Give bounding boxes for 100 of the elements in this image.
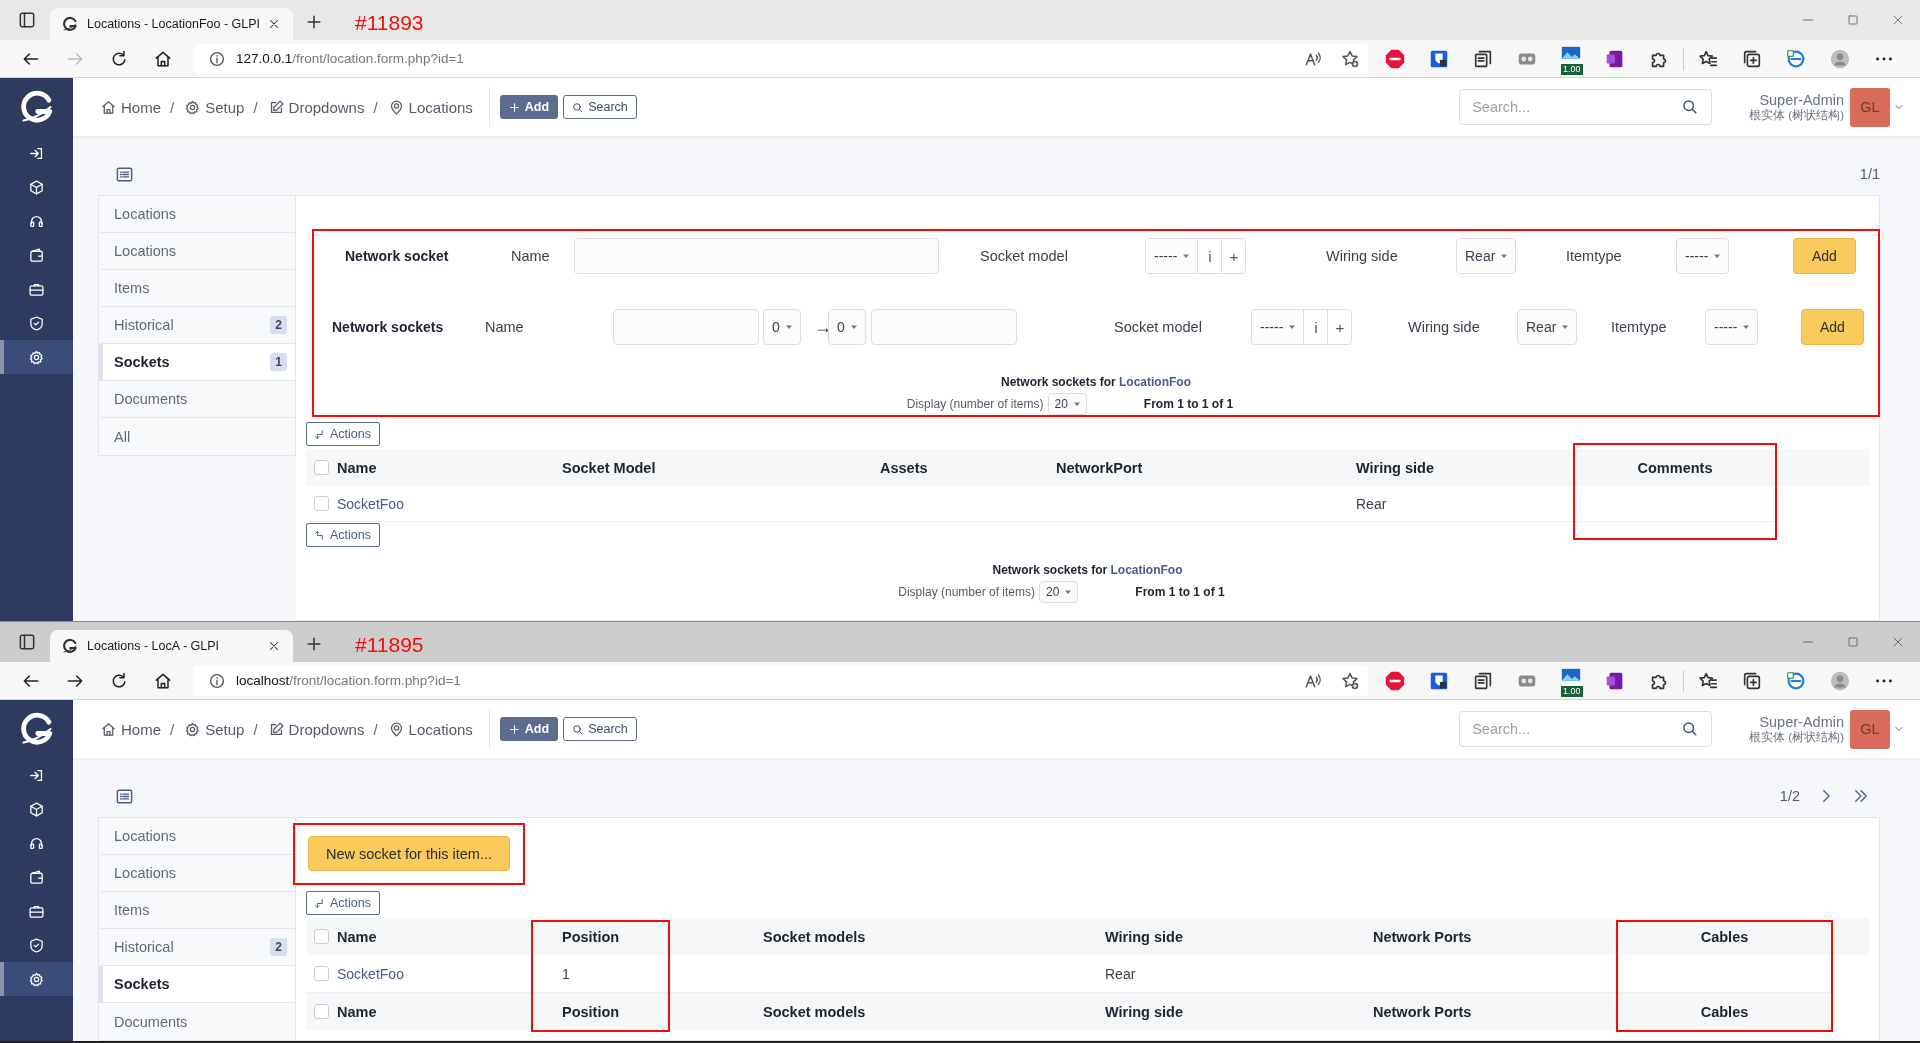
address-field[interactable]: 127.0.0.1/front/location.form.php?id=1 [194,43,1368,74]
profile-icon[interactable] [1829,669,1851,692]
dropdown[interactable]: ----- [1676,238,1730,274]
breadcrumb-link[interactable]: Setup [184,98,245,116]
settings-icon [184,720,202,738]
close-icon[interactable] [267,17,281,31]
actions-button[interactable]: Actions [306,891,380,915]
socket-link[interactable]: SocketFoo [337,965,404,982]
search-button[interactable]: Search [563,717,637,741]
form-heading: Network socket [345,248,449,264]
info-button[interactable]: i [1303,310,1328,344]
page-size-dropdown[interactable]: 20 [1047,393,1087,415]
breadcrumb-link[interactable]: Dropdowns [267,98,365,116]
nav-item[interactable] [0,340,73,374]
profile-icon[interactable] [1829,47,1851,70]
range-text: From 1 to 1 of 1 [1135,585,1225,599]
last-page-icon[interactable] [1852,787,1870,805]
column-header: Name [337,993,531,1030]
search-field[interactable]: Search... [1459,711,1713,747]
browser-icon[interactable] [1785,47,1807,70]
stop-sign-icon[interactable] [1384,669,1406,692]
tab[interactable]: All [99,418,295,455]
browser-icon[interactable] [1785,669,1807,692]
stop-sign-icon[interactable] [1384,47,1406,70]
new-socket-button[interactable]: New socket for this item... [308,836,510,871]
tab[interactable]: Sockets [99,966,295,1003]
column-header: Cables [1616,993,1833,1030]
count-badge: 2 [270,316,287,334]
location-link[interactable]: LocationFoo [1119,375,1191,389]
actions-button[interactable]: Actions [306,523,380,547]
breadcrumb-link[interactable]: Locations [387,720,473,738]
tab[interactable]: Items [99,270,295,307]
dropdown[interactable]: 0 [828,309,866,345]
search-button[interactable]: Search [563,95,637,119]
pagination[interactable]: 1/1 [1859,166,1880,182]
checkbox[interactable] [314,460,329,475]
breadcrumb-separator: / [253,98,258,116]
tab[interactable]: Locations [99,196,295,233]
text-field[interactable] [871,309,1017,345]
text-field[interactable] [613,309,759,345]
annotation-label: #11893 [355,11,424,35]
checkbox[interactable] [314,1004,329,1019]
checkbox[interactable] [314,966,329,981]
add-button[interactable]: + [1327,310,1352,344]
breadcrumb-separator: / [373,98,378,116]
breadcrumb-link[interactable]: Dropdowns [267,720,365,738]
breadcrumb-link[interactable]: Setup [184,720,245,738]
tab-actions-icon[interactable] [17,10,37,30]
column-header: Wiring side [1105,993,1373,1030]
text-field[interactable] [574,238,939,274]
dropdown[interactable]: 0 [763,309,801,345]
logo-icon[interactable] [18,89,55,125]
socket-link[interactable]: SocketFoo [337,495,404,512]
home-icon [100,720,117,738]
cube-icon [28,178,45,196]
tab[interactable]: Sockets 1 [99,344,295,381]
add-button[interactable]: Add [499,717,559,741]
dropdown[interactable]: Rear [1517,309,1578,345]
info-button[interactable]: i [1197,239,1222,273]
address-field[interactable]: localhost/front/location.form.php?id=1 [194,665,1368,696]
actions-button[interactable]: Actions [306,422,380,446]
location-link[interactable]: LocationFoo [1110,563,1183,577]
checkbox[interactable] [314,496,329,511]
display-label: Display (number of items) [898,585,1035,599]
breadcrumb-link[interactable]: Home [100,720,161,738]
dropdown[interactable]: Rear [1456,238,1517,274]
breadcrumb-link[interactable]: Locations [387,98,473,116]
list-icon[interactable] [115,786,134,806]
count-badge: 1 [270,353,287,371]
tab[interactable]: Items [99,892,295,929]
logo-icon[interactable] [18,711,55,747]
column-header: Wiring side [1105,918,1373,955]
star-plus-icon[interactable] [1340,670,1360,691]
add-button[interactable]: Add [1801,309,1864,345]
tab[interactable]: Locations [99,855,295,892]
page-size-dropdown[interactable]: 20 [1039,581,1079,603]
settings-icon [28,348,45,366]
breadcrumb-separator: / [170,720,175,738]
info-icon[interactable] [208,671,226,690]
extension-badge: 1.00 [1560,684,1584,698]
dropdown[interactable]: ----- [1705,309,1759,345]
column-header: Name [337,449,562,486]
add-button[interactable]: Add [1793,238,1856,274]
plus-icon [507,100,521,114]
breadcrumb-link[interactable]: Home [100,98,161,116]
tab[interactable]: Locations [99,818,295,855]
info-icon[interactable] [208,49,226,68]
tab[interactable]: Documents [99,1003,295,1040]
list-icon[interactable] [115,164,134,184]
star-plus-icon[interactable] [1340,48,1360,69]
checkbox[interactable] [314,929,329,944]
nav-item[interactable] [0,962,73,996]
tab[interactable]: Documents [99,381,295,418]
tab[interactable]: Locations [99,233,295,270]
list-title: Network sockets for LocationFoo [992,563,1183,577]
pagination[interactable]: 1/2 [1779,787,1880,805]
add-button[interactable]: Add [499,95,559,119]
browser-tab[interactable]: Locations - LocationFoo - GLPI [50,8,293,40]
search-field[interactable]: Search... [1459,89,1713,125]
add-button[interactable]: + [1221,239,1246,273]
